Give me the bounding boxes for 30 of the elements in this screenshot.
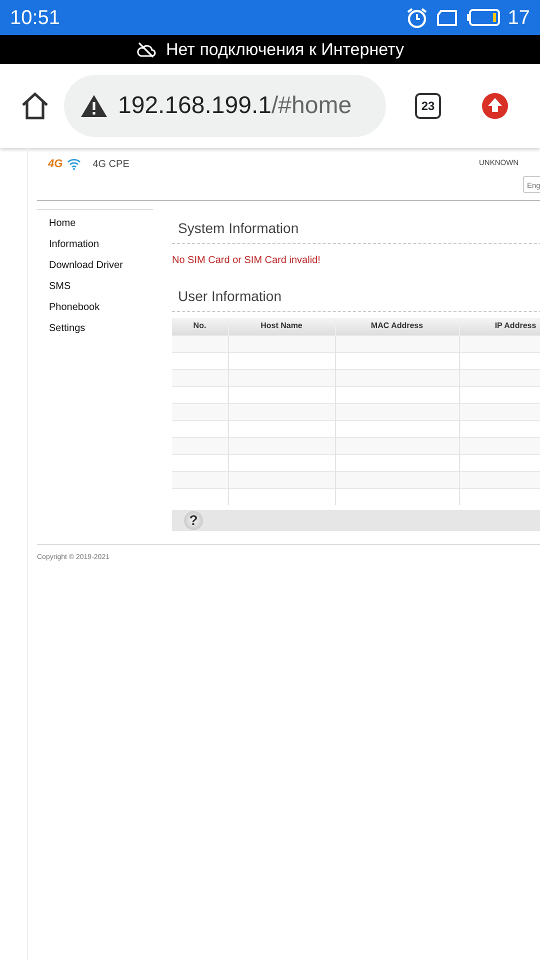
- battery-percent: 17: [508, 6, 530, 30]
- section-title: System Information: [172, 210, 540, 244]
- column-header: No.: [172, 318, 228, 335]
- help-button[interactable]: ?: [184, 511, 203, 530]
- error-message: No SIM Card or SIM Card invalid!: [172, 254, 322, 268]
- url-text: 192.168.199.1/#home: [118, 91, 352, 121]
- clock-time: 10:51: [10, 6, 60, 30]
- wifi-icon: [66, 158, 81, 170]
- menu-link[interactable]: Phonebook: [37, 297, 153, 318]
- menu-link[interactable]: Settings: [37, 318, 153, 339]
- home-icon[interactable]: [20, 91, 50, 121]
- column-header: Host Name: [228, 318, 335, 335]
- menu-link[interactable]: Home: [37, 213, 153, 234]
- column-header: IP Address: [459, 318, 540, 335]
- product-name: 4G CPE: [92, 158, 130, 172]
- address-bar[interactable]: 192.168.199.1/#home: [64, 75, 386, 137]
- section-title: User Information: [172, 278, 540, 312]
- cloud-off-icon: [136, 42, 156, 58]
- menu-link[interactable]: SMS: [37, 276, 153, 297]
- column-header: MAC Address: [335, 318, 459, 335]
- sim-card-icon: [436, 10, 458, 26]
- tab-count-button[interactable]: 23: [415, 93, 441, 119]
- menu-link[interactable]: Download Driver: [37, 255, 153, 276]
- menu-link[interactable]: Information: [37, 234, 153, 255]
- alarm-icon: [406, 6, 428, 28]
- update-icon[interactable]: [481, 92, 509, 120]
- banner-text: Нет подключения к Интернету: [166, 38, 404, 61]
- battery-icon: [466, 9, 500, 26]
- warning-icon: [80, 94, 108, 118]
- logo-text: 4G: [48, 157, 63, 172]
